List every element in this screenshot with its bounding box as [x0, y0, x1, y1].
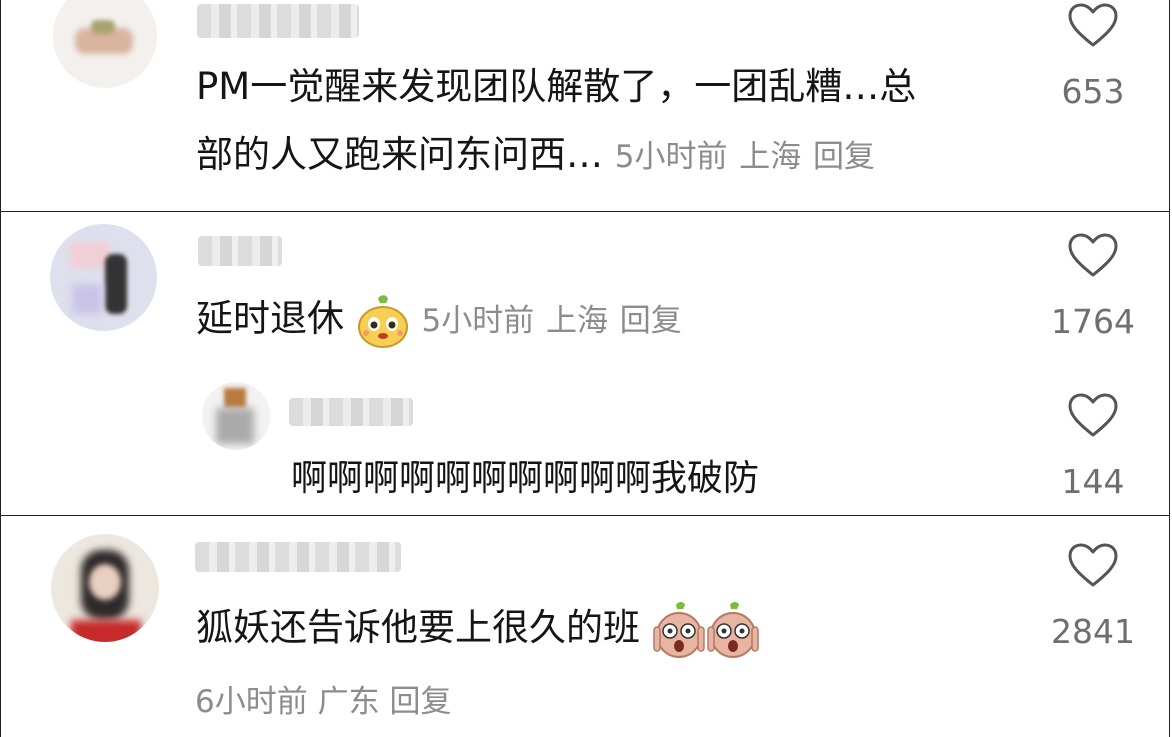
location: 广东: [317, 684, 380, 720]
time: 6小时前: [195, 684, 308, 720]
comment-text: 延时退休 5小时前 上海 回复: [196, 285, 682, 355]
comment-card: 延时退休 5小时前 上海 回复 1764 啊啊啊啊啊啊啊啊啊啊我破防 144: [0, 211, 1170, 516]
like-button[interactable]: 653: [1043, 2, 1143, 111]
like-count: 1764: [1051, 302, 1135, 341]
heart-outline-icon: [1068, 233, 1118, 277]
username[interactable]: [197, 4, 359, 38]
reply-avatar[interactable]: [202, 382, 270, 450]
avatar[interactable]: [53, 0, 157, 88]
username[interactable]: [195, 542, 401, 572]
like-count: 2841: [1051, 612, 1135, 651]
username[interactable]: [198, 236, 282, 266]
reply-like-button[interactable]: 144: [1043, 392, 1143, 501]
avatar[interactable]: [50, 224, 157, 331]
like-button[interactable]: 1764: [1043, 232, 1143, 341]
reply-button[interactable]: 回复: [620, 303, 682, 339]
comment-card: PM一觉醒来发现团队解散了，一团乱糟…总 部的人又跑来问东问西… 5小时前 上海…: [0, 0, 1170, 212]
avatar[interactable]: [51, 534, 159, 642]
reply-username[interactable]: [289, 398, 413, 426]
comment-text: PM一觉醒来发现团队解散了，一团乱糟…总: [196, 65, 917, 108]
like-count: 653: [1061, 72, 1125, 111]
shocked-potato-emoji: [707, 601, 759, 658]
reply-like-count: 144: [1061, 462, 1125, 501]
comment-text-line2: 部的人又跑来问东问西… 5小时前 上海 回复: [196, 133, 876, 176]
heart-outline-icon: [1068, 543, 1118, 587]
time: 5小时前: [614, 139, 728, 175]
like-button[interactable]: 2841: [1043, 542, 1143, 651]
heart-outline-icon: [1068, 3, 1118, 47]
time: 5小时前: [421, 303, 535, 339]
location: 上海: [739, 139, 802, 175]
heart-outline-icon: [1068, 393, 1118, 437]
comment-meta: 6小时前 广东 回复: [195, 676, 451, 721]
comment-text: 狐妖还告诉他要上很久的班: [196, 594, 760, 662]
reply-button[interactable]: 回复: [813, 139, 875, 175]
location: 上海: [546, 303, 609, 339]
reply-button[interactable]: 回复: [389, 684, 451, 720]
shocked-potato-emoji: [653, 601, 705, 658]
pear-face-emoji: [357, 294, 408, 348]
comment-card: 狐妖还告诉他要上很久的班 6小时前 广东 回复 2841: [0, 515, 1170, 737]
reply-text: 啊啊啊啊啊啊啊啊啊啊我破防: [291, 458, 760, 499]
